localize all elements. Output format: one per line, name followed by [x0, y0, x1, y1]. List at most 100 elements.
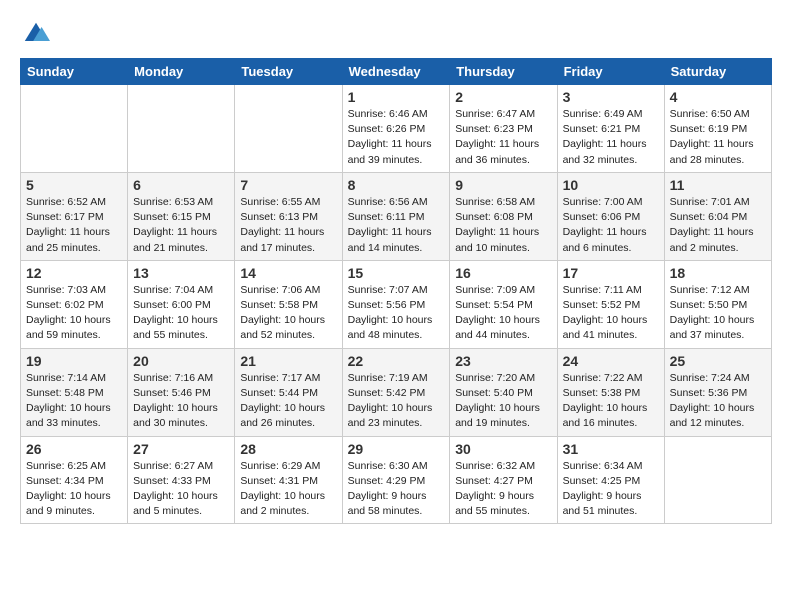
day-info: Sunrise: 6:30 AMSunset: 4:29 PMDaylight:…	[348, 459, 445, 520]
day-number: 16	[455, 265, 551, 281]
day-number: 23	[455, 353, 551, 369]
calendar-week-5: 26 Sunrise: 6:25 AMSunset: 4:34 PMDayligh…	[21, 436, 772, 524]
day-info: Sunrise: 7:17 AMSunset: 5:44 PMDaylight:…	[240, 371, 336, 432]
day-number: 12	[26, 265, 122, 281]
day-number: 17	[563, 265, 659, 281]
day-info: Sunrise: 7:07 AMSunset: 5:56 PMDaylight:…	[348, 283, 445, 344]
calendar-week-1: 1Sunrise: 6:46 AMSunset: 6:26 PMDaylight…	[21, 85, 772, 173]
day-number: 5	[26, 177, 122, 193]
day-info: Sunrise: 7:04 AMSunset: 6:00 PMDaylight:…	[133, 283, 229, 344]
day-info: Sunrise: 7:12 AMSunset: 5:50 PMDaylight:…	[670, 283, 766, 344]
calendar-cell: 15 Sunrise: 7:07 AMSunset: 5:56 PMDayligh…	[342, 260, 450, 348]
day-number: 20	[133, 353, 229, 369]
calendar-cell: 17 Sunrise: 7:11 AMSunset: 5:52 PMDayligh…	[557, 260, 664, 348]
calendar-cell	[664, 436, 771, 524]
day-number: 10	[563, 177, 659, 193]
calendar-cell: 18 Sunrise: 7:12 AMSunset: 5:50 PMDayligh…	[664, 260, 771, 348]
day-number: 28	[240, 441, 336, 457]
day-info: Sunrise: 7:14 AMSunset: 5:48 PMDaylight:…	[26, 371, 122, 432]
calendar-cell: 24 Sunrise: 7:22 AMSunset: 5:38 PMDayligh…	[557, 348, 664, 436]
col-header-tuesday: Tuesday	[235, 59, 342, 85]
logo-icon	[22, 20, 50, 48]
day-info: Sunrise: 6:53 AMSunset: 6:15 PMDaylight:…	[133, 195, 229, 256]
day-number: 24	[563, 353, 659, 369]
day-info: Sunrise: 6:34 AMSunset: 4:25 PMDaylight:…	[563, 459, 659, 520]
day-number: 21	[240, 353, 336, 369]
day-number: 2	[455, 89, 551, 105]
calendar-cell: 4Sunrise: 6:50 AMSunset: 6:19 PMDaylight…	[664, 85, 771, 173]
calendar-cell: 25 Sunrise: 7:24 AMSunset: 5:36 PMDayligh…	[664, 348, 771, 436]
day-info: Sunrise: 7:19 AMSunset: 5:42 PMDaylight:…	[348, 371, 445, 432]
day-number: 29	[348, 441, 445, 457]
calendar-cell	[235, 85, 342, 173]
day-number: 18	[670, 265, 766, 281]
day-info: Sunrise: 6:27 AMSunset: 4:33 PMDaylight:…	[133, 459, 229, 520]
day-info: Sunrise: 6:47 AMSunset: 6:23 PMDaylight:…	[455, 107, 551, 168]
day-info: Sunrise: 7:01 AMSunset: 6:04 PMDaylight:…	[670, 195, 766, 256]
day-number: 15	[348, 265, 445, 281]
calendar-cell: 10 Sunrise: 7:00 AMSunset: 6:06 PMDayligh…	[557, 172, 664, 260]
col-header-wednesday: Wednesday	[342, 59, 450, 85]
calendar-cell: 6 Sunrise: 6:53 AMSunset: 6:15 PMDaylight…	[128, 172, 235, 260]
day-info: Sunrise: 6:32 AMSunset: 4:27 PMDaylight:…	[455, 459, 551, 520]
day-info: Sunrise: 7:09 AMSunset: 5:54 PMDaylight:…	[455, 283, 551, 344]
day-info: Sunrise: 7:20 AMSunset: 5:40 PMDaylight:…	[455, 371, 551, 432]
day-number: 4	[670, 89, 766, 105]
calendar-week-4: 19 Sunrise: 7:14 AMSunset: 5:48 PMDayligh…	[21, 348, 772, 436]
day-info: Sunrise: 7:00 AMSunset: 6:06 PMDaylight:…	[563, 195, 659, 256]
calendar-cell: 20 Sunrise: 7:16 AMSunset: 5:46 PMDayligh…	[128, 348, 235, 436]
col-header-friday: Friday	[557, 59, 664, 85]
day-info: Sunrise: 6:49 AMSunset: 6:21 PMDaylight:…	[563, 107, 659, 168]
day-number: 11	[670, 177, 766, 193]
col-header-saturday: Saturday	[664, 59, 771, 85]
calendar-table: SundayMondayTuesdayWednesdayThursdayFrid…	[20, 58, 772, 524]
calendar-cell: 5 Sunrise: 6:52 AMSunset: 6:17 PMDaylight…	[21, 172, 128, 260]
day-info: Sunrise: 6:55 AMSunset: 6:13 PMDaylight:…	[240, 195, 336, 256]
day-info: Sunrise: 6:58 AMSunset: 6:08 PMDaylight:…	[455, 195, 551, 256]
day-number: 25	[670, 353, 766, 369]
calendar-cell: 7 Sunrise: 6:55 AMSunset: 6:13 PMDaylight…	[235, 172, 342, 260]
day-number: 26	[26, 441, 122, 457]
day-info: Sunrise: 7:24 AMSunset: 5:36 PMDaylight:…	[670, 371, 766, 432]
calendar-cell: 2 Sunrise: 6:47 AMSunset: 6:23 PMDaylight…	[450, 85, 557, 173]
calendar-cell: 1Sunrise: 6:46 AMSunset: 6:26 PMDaylight…	[342, 85, 450, 173]
calendar-cell	[128, 85, 235, 173]
day-info: Sunrise: 7:16 AMSunset: 5:46 PMDaylight:…	[133, 371, 229, 432]
day-info: Sunrise: 7:11 AMSunset: 5:52 PMDaylight:…	[563, 283, 659, 344]
calendar-cell: 19 Sunrise: 7:14 AMSunset: 5:48 PMDayligh…	[21, 348, 128, 436]
calendar-cell: 3 Sunrise: 6:49 AMSunset: 6:21 PMDaylight…	[557, 85, 664, 173]
logo	[20, 20, 50, 48]
day-info: Sunrise: 6:25 AMSunset: 4:34 PMDaylight:…	[26, 459, 122, 520]
day-info: Sunrise: 7:03 AMSunset: 6:02 PMDaylight:…	[26, 283, 122, 344]
calendar-cell: 26 Sunrise: 6:25 AMSunset: 4:34 PMDayligh…	[21, 436, 128, 524]
day-number: 7	[240, 177, 336, 193]
calendar-week-2: 5 Sunrise: 6:52 AMSunset: 6:17 PMDaylight…	[21, 172, 772, 260]
calendar-cell: 13Sunrise: 7:04 AMSunset: 6:00 PMDayligh…	[128, 260, 235, 348]
calendar-cell: 14Sunrise: 7:06 AMSunset: 5:58 PMDayligh…	[235, 260, 342, 348]
calendar-cell: 9 Sunrise: 6:58 AMSunset: 6:08 PMDaylight…	[450, 172, 557, 260]
calendar-cell: 29 Sunrise: 6:30 AMSunset: 4:29 PMDayligh…	[342, 436, 450, 524]
calendar-week-3: 12 Sunrise: 7:03 AMSunset: 6:02 PMDayligh…	[21, 260, 772, 348]
day-number: 6	[133, 177, 229, 193]
calendar-cell: 27 Sunrise: 6:27 AMSunset: 4:33 PMDayligh…	[128, 436, 235, 524]
day-number: 19	[26, 353, 122, 369]
calendar-cell: 31Sunrise: 6:34 AMSunset: 4:25 PMDayligh…	[557, 436, 664, 524]
day-number: 30	[455, 441, 551, 457]
day-info: Sunrise: 6:56 AMSunset: 6:11 PMDaylight:…	[348, 195, 445, 256]
day-number: 3	[563, 89, 659, 105]
day-info: Sunrise: 6:52 AMSunset: 6:17 PMDaylight:…	[26, 195, 122, 256]
calendar-cell: 22 Sunrise: 7:19 AMSunset: 5:42 PMDayligh…	[342, 348, 450, 436]
calendar-cell: 11 Sunrise: 7:01 AMSunset: 6:04 PMDayligh…	[664, 172, 771, 260]
day-info: Sunrise: 7:06 AMSunset: 5:58 PMDaylight:…	[240, 283, 336, 344]
day-number: 27	[133, 441, 229, 457]
calendar-cell: 16 Sunrise: 7:09 AMSunset: 5:54 PMDayligh…	[450, 260, 557, 348]
day-info: Sunrise: 7:22 AMSunset: 5:38 PMDaylight:…	[563, 371, 659, 432]
calendar-cell: 12 Sunrise: 7:03 AMSunset: 6:02 PMDayligh…	[21, 260, 128, 348]
calendar-header-row: SundayMondayTuesdayWednesdayThursdayFrid…	[21, 59, 772, 85]
calendar-cell: 28Sunrise: 6:29 AMSunset: 4:31 PMDayligh…	[235, 436, 342, 524]
calendar-cell	[21, 85, 128, 173]
day-number: 9	[455, 177, 551, 193]
day-number: 8	[348, 177, 445, 193]
day-number: 22	[348, 353, 445, 369]
page-header	[20, 20, 772, 48]
